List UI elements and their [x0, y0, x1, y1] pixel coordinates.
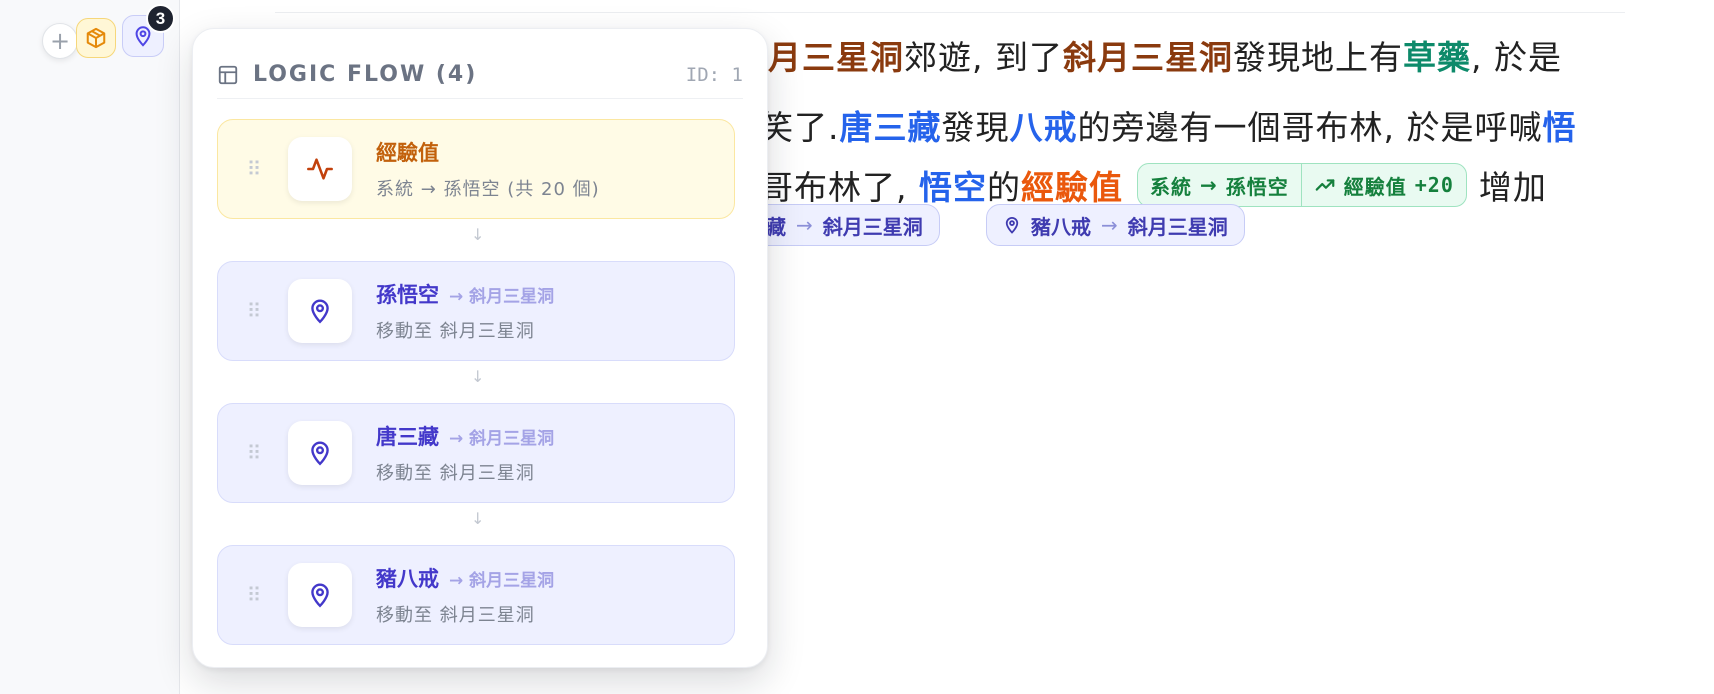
map-pin-icon	[311, 299, 329, 324]
story-line-2: 笑了. 唐三藏 發現 八戒 的旁邊有一個哥布林, 於是呼喊悟	[760, 98, 1576, 152]
drag-handle-icon[interactable]: ⠿	[218, 157, 288, 181]
trending-up-icon	[1315, 179, 1335, 191]
story-line-1: 斜月三星洞 郊遊, 到了 斜月三星洞 發現地上有 草藥, 於是	[734, 28, 1562, 82]
story-text-segment: 的旁邊有一個哥布林, 於是呼喊	[1077, 108, 1543, 147]
arrow-right-icon: →	[796, 213, 813, 237]
drag-handle-icon[interactable]: ⠿	[218, 583, 288, 607]
card-sub: 系統 → 孫悟空 (共 20 個)	[376, 179, 600, 200]
arrow-right-icon: →	[1199, 173, 1218, 197]
entity-char[interactable]: 悟空	[919, 168, 987, 207]
plus-icon: +	[49, 27, 71, 55]
card-icon-tile	[288, 421, 352, 485]
card-icon-tile	[288, 563, 352, 627]
entity-char[interactable]: 八戒	[1010, 101, 1078, 149]
card-name: 孫悟空	[376, 283, 439, 307]
chip-actor: 藏	[766, 214, 786, 239]
move-chip[interactable]: 豬八戒 → 斜月三星洞	[986, 204, 1245, 246]
chip-stat: 經驗值	[1343, 174, 1407, 199]
card-name: 經驗值	[376, 141, 439, 165]
drag-handle-icon[interactable]: ⠿	[218, 441, 288, 465]
story-line-3-tail: 增加	[1478, 168, 1547, 207]
entity-item[interactable]: 草藥	[1403, 31, 1471, 79]
xp-chip-source: 系統 → 孫悟空	[1138, 164, 1301, 206]
card-dest: → 斜月三星洞	[449, 428, 555, 449]
flow-card-move[interactable]: ⠿ 孫悟空 → 斜月三星洞 移動至 斜月三星洞	[217, 261, 735, 361]
card-icon-tile	[288, 137, 352, 201]
flow-card-move[interactable]: ⠿ 豬八戒 → 斜月三星洞 移動至 斜月三星洞	[217, 545, 735, 645]
entity-xp[interactable]: 經驗值	[1021, 168, 1123, 207]
flow-card-xp[interactable]: ⠿ 經驗值 系統 → 孫悟空 (共 20 個)	[217, 119, 735, 219]
count-badge: 3	[146, 4, 175, 33]
xp-chip-stat: 經驗值 +20	[1300, 164, 1466, 206]
story-text-segment: 的	[986, 168, 1021, 207]
story-text-segment: 哥布林了,	[760, 168, 919, 207]
move-chip[interactable]: 藏 → 斜月三星洞	[760, 204, 940, 246]
drag-handle-icon[interactable]: ⠿	[218, 299, 288, 323]
story-text-segment: 發現地上有	[1232, 38, 1403, 77]
story-text-segment: 郊遊, 到了	[904, 38, 1063, 77]
story-text-segment: 發現	[941, 108, 1010, 147]
chip-dest: 斜月三星洞	[1127, 214, 1228, 239]
add-button[interactable]: +	[42, 23, 78, 59]
panel-header: LOGIC FLOW (4) ID: 1	[217, 51, 743, 99]
story-text-segment: , 於是	[1470, 38, 1562, 77]
logic-flow-panel: LOGIC FLOW (4) ID: 1 ⠿ 經驗值 系統 → 孫悟空 (共 2…	[192, 28, 768, 668]
chip-delta: +20	[1414, 173, 1454, 197]
arrow-right-icon: →	[1101, 213, 1118, 237]
panel-title: LOGIC FLOW (4)	[253, 62, 478, 87]
activity-icon	[307, 158, 333, 180]
item-filter-button[interactable]	[76, 18, 116, 58]
story-text-segment: 笑了.	[760, 108, 840, 147]
chip-actor: 豬八戒	[1031, 214, 1091, 239]
left-gutter	[0, 0, 180, 694]
chip-dest: 斜月三星洞	[822, 214, 923, 239]
entity-char[interactable]: 悟	[1542, 101, 1576, 149]
story-line-3-text: 哥布林了, 悟空的經驗值	[760, 161, 1123, 209]
flow-connector: ↓	[471, 367, 485, 386]
card-icon-tile	[288, 279, 352, 343]
card-name: 豬八戒	[376, 567, 439, 591]
entity-char[interactable]: 唐三藏	[840, 101, 942, 149]
box-icon	[86, 27, 106, 49]
card-sub: 移動至 斜月三星洞	[376, 605, 535, 626]
layout-icon	[218, 65, 238, 84]
map-pin-icon	[311, 441, 329, 466]
chip-from: 系統	[1149, 174, 1192, 199]
chip-to: 孫悟空	[1225, 174, 1289, 199]
map-pin-icon	[311, 583, 329, 608]
flow-connector: ↓	[471, 225, 485, 244]
card-sub: 移動至 斜月三星洞	[376, 321, 535, 342]
entity-loc[interactable]: 斜月三星洞	[1063, 31, 1233, 79]
card-dest: → 斜月三星洞	[449, 286, 555, 307]
xp-transfer-chip[interactable]: 系統 → 孫悟空 經驗值 +20	[1136, 163, 1467, 207]
card-name: 唐三藏	[376, 425, 439, 449]
panel-id: ID: 1	[685, 63, 743, 86]
flow-card-move[interactable]: ⠿ 唐三藏 → 斜月三星洞 移動至 斜月三星洞	[217, 403, 735, 503]
card-dest: → 斜月三星洞	[449, 570, 555, 591]
top-divider	[275, 12, 1625, 13]
map-pin-icon	[1005, 217, 1019, 234]
flow-connector: ↓	[471, 509, 485, 528]
card-sub: 移動至 斜月三星洞	[376, 463, 535, 484]
